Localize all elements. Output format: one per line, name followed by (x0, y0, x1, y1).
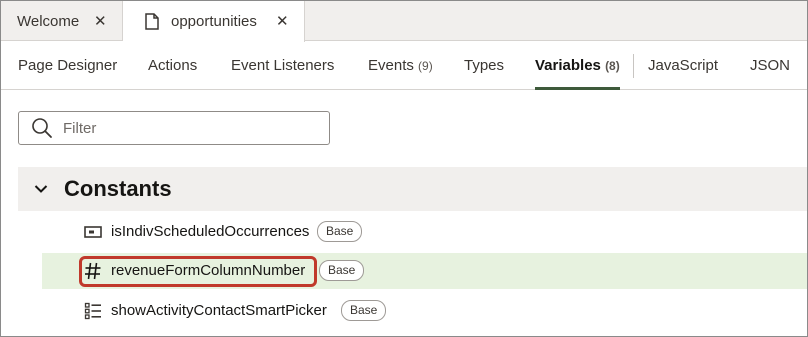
variable-name: isIndivScheduledOccurrences (111, 223, 310, 240)
constants-section-header[interactable]: Constants (18, 167, 807, 211)
tab-divider (633, 54, 634, 78)
document-tab-bar: Welcome ✕ opportunities ✕ (1, 1, 807, 42)
list-icon (84, 302, 101, 320)
tab-json[interactable]: JSON (750, 42, 790, 90)
tab-variables-label: Variables (535, 57, 601, 74)
variable-name: showActivityContactSmartPicker (111, 302, 327, 319)
tab-page-designer[interactable]: Page Designer (18, 42, 117, 90)
tab-events[interactable]: Events (9) (368, 42, 433, 90)
filter-box[interactable] (18, 111, 330, 145)
filter-input[interactable] (63, 119, 313, 137)
tab-actions[interactable]: Actions (148, 42, 197, 90)
doc-tab-opportunities[interactable]: opportunities ✕ (123, 1, 305, 42)
tab-variables-count: (8) (605, 59, 620, 73)
designer-tab-bar: Page Designer Actions Event Listeners Ev… (1, 42, 807, 90)
tab-types[interactable]: Types (464, 42, 504, 90)
tab-variables[interactable]: Variables (8) (535, 42, 620, 90)
chevron-down-icon[interactable] (34, 184, 48, 194)
search-icon (31, 117, 53, 139)
base-badge: Base (341, 300, 387, 321)
doc-tab-label: opportunities (171, 13, 257, 30)
section-title: Constants (64, 176, 172, 201)
doc-tab-label: Welcome (17, 12, 80, 30)
tab-events-count: (9) (418, 59, 433, 73)
tab-events-label: Events (368, 57, 414, 74)
base-badge: Base (319, 260, 365, 281)
variable-name: revenueFormColumnNumber (111, 262, 306, 279)
list-item[interactable]: showActivityContactSmartPicker Base (42, 293, 807, 329)
close-icon[interactable]: ✕ (94, 12, 107, 30)
tab-javascript[interactable]: JavaScript (648, 42, 718, 90)
doc-tab-welcome[interactable]: Welcome ✕ (1, 1, 123, 41)
tab-event-listeners[interactable]: Event Listeners (231, 42, 334, 90)
base-badge: Base (317, 221, 363, 242)
list-item[interactable]: isIndivScheduledOccurrences Base (42, 214, 807, 250)
list-item-selected[interactable]: revenueFormColumnNumber Base (42, 253, 807, 289)
boolean-icon (84, 226, 102, 238)
number-hash-icon (85, 262, 101, 280)
close-icon[interactable]: ✕ (276, 12, 289, 30)
file-icon (145, 13, 159, 30)
